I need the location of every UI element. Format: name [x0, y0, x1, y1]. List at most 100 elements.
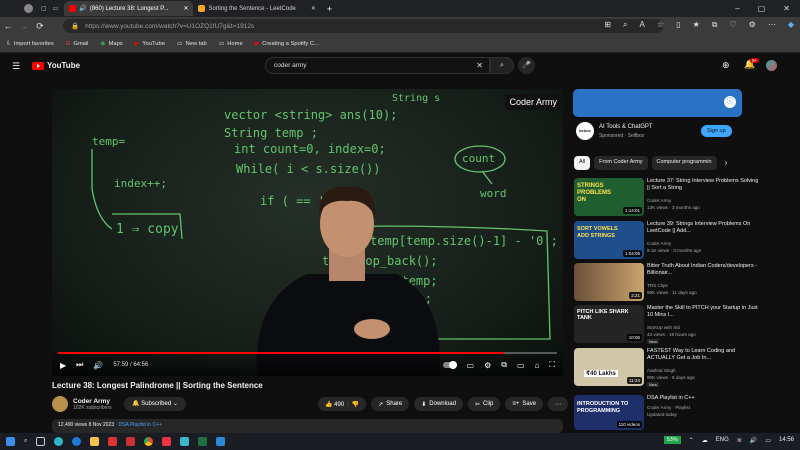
ai-app-icon[interactable] — [126, 437, 136, 446]
ad-signup-button[interactable]: Sign up — [701, 125, 732, 137]
teams-icon[interactable] — [180, 437, 190, 446]
maximize-icon[interactable]: ▢ — [758, 4, 766, 13]
advertiser-logo[interactable]: bebox — [576, 122, 594, 140]
share-button[interactable]: ↗ Share — [371, 397, 410, 411]
edge-icon[interactable] — [54, 437, 64, 446]
audio-icon[interactable]: 🔊 — [79, 5, 86, 12]
rec-thumbnail[interactable]: SORT VOWELS ADD STRINGS 1:04:05 — [574, 221, 644, 259]
rec-thumbnail[interactable]: PITCH LIKE SHARK TANK 10:06 — [574, 305, 644, 343]
ad-info-icon[interactable]: ⓘ — [724, 96, 736, 108]
hamburger-menu-icon[interactable]: ☰ — [12, 61, 20, 72]
next-icon[interactable]: ⏭ — [76, 360, 83, 370]
ad-banner[interactable]: ⓘ — [573, 89, 742, 117]
search-button[interactable]: ⌕ — [490, 57, 514, 74]
close-window-icon[interactable]: ✕ — [783, 4, 790, 13]
rec-thumbnail[interactable]: INTRODUCTION TO PROGRAMMING 110 videos — [574, 395, 644, 430]
bookmark-maps[interactable]: ◉ Maps — [100, 41, 122, 47]
volume-icon[interactable]: 🔊 — [93, 361, 103, 370]
edge-active-icon[interactable] — [72, 437, 82, 446]
close-tab-icon[interactable]: ✕ — [311, 5, 316, 12]
more-actions-button[interactable]: ⋯ — [548, 397, 569, 411]
chevron-right-icon[interactable]: › — [725, 156, 728, 170]
play-icon[interactable]: ▶ — [60, 361, 66, 370]
forward-icon[interactable]: → — [16, 21, 32, 31]
excel-icon[interactable] — [198, 437, 208, 446]
chrome-icon[interactable] — [144, 437, 154, 446]
bookmark-import[interactable]: ⇩ Import favorites — [6, 41, 54, 47]
rec-playlist[interactable]: INTRODUCTION TO PROGRAMMING 110 videos D… — [574, 395, 759, 430]
cloud-icon[interactable]: ☁ — [702, 437, 708, 444]
minimize-icon[interactable]: – — [735, 4, 739, 13]
close-tab-icon[interactable]: ✕ — [183, 5, 188, 12]
progress-bar[interactable] — [58, 352, 557, 354]
address-bar[interactable]: 🔒 https://www.youtube.com/watch?v=U1OZQ1… — [63, 19, 663, 33]
video-player[interactable]: vector <string> ans(10); String temp ; i… — [52, 89, 563, 376]
account-avatar[interactable] — [766, 60, 777, 71]
chip-all[interactable]: All — [574, 156, 591, 170]
like-button[interactable]: 👍 490 — [325, 401, 344, 408]
favorite-star-icon[interactable]: ☆ — [657, 20, 664, 30]
vscode-icon[interactable] — [216, 437, 226, 446]
fullscreen-icon[interactable]: ⛶ — [549, 360, 555, 370]
chevron-up-icon[interactable]: ⌃ — [689, 437, 694, 444]
red-app-icon[interactable] — [108, 437, 118, 446]
wifi-icon[interactable]: ≋ — [737, 437, 742, 444]
rec-video[interactable]: 2:21 Bitter Truth About Indian Coders/de… — [574, 263, 759, 301]
battery-icon[interactable]: ▭ — [765, 437, 771, 444]
profile-icon[interactable] — [24, 4, 33, 13]
battery-indicator[interactable]: 53% — [663, 436, 681, 444]
miniplayer-icon[interactable]: ⧉ — [501, 360, 507, 370]
youtube-logo[interactable]: YouTube — [32, 61, 80, 70]
theater-mode-icon[interactable]: ▭ — [517, 361, 525, 370]
rec-video[interactable]: STRINGS PROBLEMS ON 1:14:01 Lecture 37: … — [574, 178, 759, 216]
collections-icon[interactable]: ⧉ — [712, 20, 718, 30]
windows-start-icon[interactable] — [6, 437, 15, 446]
create-icon[interactable]: ⊕ — [722, 60, 730, 71]
chip-computer-programming[interactable]: Computer programmin — [651, 156, 717, 170]
rec-thumbnail[interactable]: 2:21 — [574, 263, 644, 301]
clock[interactable]: 14:56 — [779, 437, 794, 443]
bookmark-new-tab[interactable]: ▭ New tab — [177, 41, 207, 47]
zoom-icon[interactable]: ⌕ — [623, 20, 627, 30]
bookmark-youtube[interactable]: ▶ YouTube — [135, 41, 165, 47]
clip-button[interactable]: ✂ Clip — [467, 397, 501, 411]
subscribed-button[interactable]: 🔔 Subscribed ⌄ — [124, 397, 186, 411]
channel-watermark[interactable]: Coder Army — [505, 94, 561, 110]
folder-icon[interactable] — [90, 437, 100, 446]
ad-title[interactable]: AI Tools & ChatGPT — [599, 124, 653, 130]
cast-icon[interactable]: ⌂ — [535, 361, 540, 370]
rec-video[interactable]: PITCH LIKE SHARK TANK 10:06 Master the S… — [574, 305, 759, 344]
rec-video[interactable]: ₹40 Lakhs 11:24 FASTEST Way to Learn Cod… — [574, 348, 759, 387]
settings-gear-icon[interactable]: ⚙ — [484, 361, 491, 370]
back-icon[interactable]: ← — [0, 21, 16, 31]
menu-dots-icon[interactable]: ⋯ — [768, 20, 776, 30]
reload-icon[interactable]: ⟳ — [32, 21, 48, 32]
copilot-icon[interactable]: ◆ — [788, 20, 794, 30]
playlist-link[interactable]: DSA Playlist in C++ — [119, 422, 162, 428]
download-button[interactable]: ⬇ Download — [414, 397, 463, 411]
subtitles-icon[interactable]: ▭ — [467, 361, 475, 370]
save-button[interactable]: ≡+ Save — [505, 397, 544, 411]
tab-leetcode[interactable]: Sorting the Sentence - LeetCode ✕ — [193, 1, 320, 16]
dislike-icon[interactable]: 👎 — [352, 401, 359, 408]
language-indicator[interactable]: ENG — [716, 437, 729, 443]
bookmark-spotify[interactable]: ▶ Creating a Spotify C... — [255, 41, 319, 47]
speaker-icon[interactable]: 🔊 — [750, 437, 757, 444]
bookmark-gmail[interactable]: G Gmail — [66, 41, 89, 47]
new-tab-button[interactable]: + — [327, 4, 332, 14]
rec-thumbnail[interactable]: ₹40 Lakhs 11:24 — [574, 348, 644, 386]
description-box[interactable]: 12,490 views 8 Nov 2023 DSA Playlist in … — [52, 419, 563, 433]
rec-thumbnail[interactable]: STRINGS PROBLEMS ON 1:14:01 — [574, 178, 644, 216]
extensions-icon[interactable]: ⚙ — [749, 20, 756, 30]
channel-name[interactable]: Coder Army — [73, 398, 112, 405]
store-icon[interactable] — [162, 437, 172, 446]
autoplay-toggle[interactable] — [442, 361, 457, 369]
favorites-icon[interactable]: ★ — [693, 20, 700, 30]
tab-actions-icon[interactable]: ▭ — [53, 5, 59, 12]
chip-from-coder-army[interactable]: From Coder Army — [594, 156, 648, 170]
tab-youtube[interactable]: 🔊 (860) Lecture 38: Longest P... ✕ — [64, 1, 194, 16]
read-aloud-icon[interactable]: A — [639, 20, 644, 30]
app-available-icon[interactable]: ⊞ — [604, 20, 611, 30]
channel-avatar[interactable] — [52, 396, 68, 412]
rec-video[interactable]: SORT VOWELS ADD STRINGS 1:04:05 Lecture … — [574, 221, 759, 259]
